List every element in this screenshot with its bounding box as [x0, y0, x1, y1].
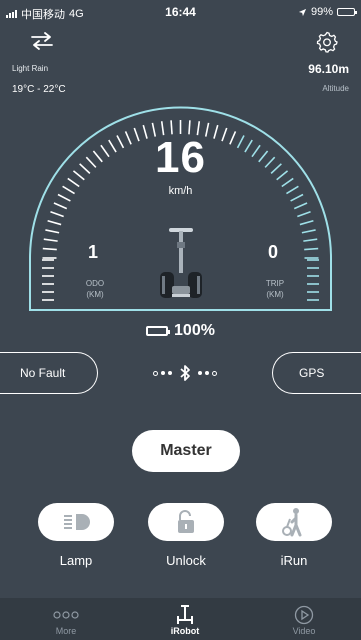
bt-dot	[168, 371, 172, 375]
tab-irobot[interactable]: iRobot	[155, 604, 215, 636]
bt-dot	[205, 371, 209, 375]
battery-row: 100%	[0, 322, 361, 340]
speed-value: 16	[155, 133, 206, 182]
unlock-button[interactable]	[148, 503, 224, 541]
lamp-button[interactable]	[38, 503, 114, 541]
play-icon	[274, 604, 334, 626]
tab-video-label: Video	[292, 626, 316, 636]
more-icon	[36, 604, 96, 626]
segway-robot-icon	[160, 228, 202, 298]
tab-irobot-label: iRobot	[170, 626, 200, 636]
status-battery-label: 99%	[310, 6, 333, 18]
bluetooth-connection	[140, 364, 230, 382]
gauge-tick	[47, 219, 62, 226]
gauge-tick	[293, 202, 308, 210]
gps-button[interactable]: GPS	[272, 352, 361, 394]
lamp-label: Lamp	[59, 553, 93, 568]
bt-dot	[161, 371, 165, 375]
gauge-tick	[301, 229, 316, 234]
unlock-label: Unlock	[166, 553, 206, 568]
odo-label: ODO (KM)	[80, 278, 110, 300]
bluetooth-icon	[180, 365, 190, 381]
headlamp-icon	[64, 514, 90, 530]
irun-label: iRun	[280, 553, 308, 568]
trip-label: TRIP (KM)	[260, 278, 290, 300]
irun-button[interactable]	[256, 503, 332, 541]
settings-gear-icon[interactable]	[316, 31, 338, 58]
gauge-tick	[304, 247, 319, 251]
tab-bar: More iRobot Video	[0, 598, 361, 640]
gauge-tick	[297, 211, 311, 218]
master-mode-button[interactable]: Master	[132, 430, 240, 472]
tab-video[interactable]: Video	[274, 604, 334, 636]
altitude-value: 96.10m	[308, 62, 349, 76]
bt-dot	[198, 371, 202, 375]
gauge-tick	[303, 238, 318, 242]
trip-value: 0	[268, 242, 279, 262]
odo-value: 1	[88, 242, 99, 262]
status-bar: 中国移动 4G 16:44 99%	[0, 0, 361, 22]
location-arrow-icon	[298, 8, 307, 16]
trip-label-line1: TRIP	[265, 279, 285, 288]
weather-condition: Light Rain	[12, 64, 49, 73]
status-battery-icon	[337, 8, 357, 16]
tab-more[interactable]: More	[36, 604, 96, 636]
status-right: 99%	[298, 6, 357, 18]
battery-icon	[146, 326, 171, 336]
odo-label-line1: ODO	[85, 279, 105, 288]
speed-unit: km/h	[168, 185, 193, 197]
gauge-tick	[45, 229, 60, 234]
swap-icon[interactable]	[30, 32, 54, 55]
gauge-tick	[43, 238, 58, 242]
tab-more-label: More	[55, 626, 77, 636]
gauge-tick	[50, 211, 64, 218]
battery-percent: 100%	[174, 322, 215, 339]
odo-label-line2: (KM)	[86, 290, 104, 299]
trip-label-line2: (KM)	[266, 290, 284, 299]
bt-dot	[212, 370, 217, 376]
robot-icon	[155, 604, 215, 626]
gauge-tick	[42, 247, 57, 251]
gauge-tick	[53, 202, 68, 210]
unlock-icon	[178, 510, 194, 533]
irun-icon	[282, 508, 302, 537]
bt-dot	[153, 370, 158, 376]
gauge-tick	[299, 219, 314, 226]
fault-status-button[interactable]: No Fault	[0, 352, 98, 394]
